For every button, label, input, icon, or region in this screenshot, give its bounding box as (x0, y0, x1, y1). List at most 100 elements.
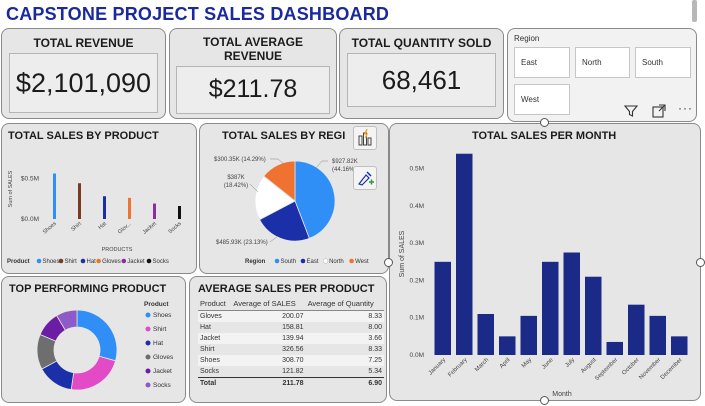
legend-dot (58, 258, 64, 264)
table-cell: 308.70 (282, 357, 304, 364)
bar-jacket (153, 203, 156, 219)
donut-slice-shirt (70, 355, 117, 391)
resize-handle-left[interactable] (384, 258, 393, 267)
y-tick-label: 0.1M (410, 315, 424, 322)
table-row[interactable]: Jacket 139.94 3.66 (198, 333, 384, 344)
table-total-cell: 211.78 (231, 377, 306, 389)
x-tick-label: December (660, 357, 684, 381)
col-avg-qty[interactable]: Average of Quantity (305, 297, 384, 311)
table-row[interactable]: Gloves 200.07 8.33 (198, 310, 384, 322)
legend-dot (300, 258, 306, 264)
table-cell: 158.81 (282, 324, 304, 331)
legend-item: Shirt (153, 326, 167, 333)
legend-item: Gloves (153, 354, 174, 361)
y-tick-label: 0.4M (410, 203, 424, 210)
legend-title: Product (144, 301, 169, 308)
x-tick-label: September (594, 357, 619, 382)
avg-sales-card[interactable]: AVERAGE SALES PER PRODUCT Product Averag… (189, 276, 387, 403)
col-product[interactable]: Product (198, 297, 232, 311)
top-performing-card[interactable]: TOP PERFORMING PRODUCT Product Shoes Shirt… (1, 276, 186, 403)
x-axis-label: Month (552, 391, 572, 398)
legend-item: Shirt (65, 259, 78, 265)
legend-item: Socks (153, 382, 171, 389)
sales-per-month-card[interactable]: TOTAL SALES PER MONTH Sum of SALES 0.0M 0.… (389, 123, 701, 401)
y-tick-label: 0.2M (410, 277, 424, 284)
bar-shoes (53, 173, 56, 219)
sales-per-month-title: TOTAL SALES PER MONTH (472, 130, 617, 142)
resize-handle-top[interactable] (540, 118, 549, 127)
y-tick-label: $0.5M (21, 175, 39, 182)
bar-july (563, 252, 580, 355)
table-total-cell: 6.90 (305, 377, 384, 389)
slicer-option-west[interactable]: West (514, 84, 570, 115)
x-tick-label: November (638, 357, 662, 381)
table-cell: 8.33 (368, 313, 382, 320)
leader-line-east (269, 235, 279, 243)
resize-handle-bottom[interactable] (540, 396, 549, 405)
table-row[interactable]: Socks 121.82 5.34 (198, 366, 384, 378)
sales-by-product-chart: Sum of SALES $0.0M $0.5M Shoes Shirt Hat Glov.… (7, 170, 183, 265)
sales-per-month-chart: Sum of SALES 0.0M 0.1M 0.2M 0.3M 0.4M 0.5M Janu… (399, 153, 688, 398)
visual-insights-icon[interactable] (353, 126, 377, 150)
table-row[interactable]: Shoes 308.70 7.25 (198, 355, 384, 366)
table-cell: 5.34 (368, 368, 382, 375)
legend-title: Region (245, 259, 266, 265)
slicer-option-south[interactable]: South (635, 47, 691, 78)
table-cell: Socks (200, 368, 220, 375)
x-tick-label: March (474, 357, 490, 373)
slicer-option-east[interactable]: East (514, 47, 570, 78)
x-tick-label: July (564, 357, 576, 369)
sales-by-region-chart: $927.82K(44.16%)$300.35K (14.29%)$387K(1… (214, 157, 369, 265)
x-tick-label: Glov... (117, 221, 133, 236)
bar-hat (103, 196, 106, 219)
data-label-west: $300.35K (14.29%) (214, 157, 266, 163)
slicer-option-north[interactable]: North (575, 47, 630, 78)
x-tick-label: January (428, 357, 447, 376)
y-tick-label: $0.0M (21, 216, 39, 223)
quantity-sold-value: 68,461 (381, 65, 462, 95)
bar-november (649, 315, 666, 355)
legend-item: Gloves (102, 259, 121, 265)
focus-mode-icon[interactable] (651, 103, 667, 119)
y-tick-label: 0.5M (410, 166, 424, 173)
page-scrollbar[interactable] (692, 0, 697, 22)
table-cell: Shoes (200, 357, 220, 364)
bar-socks (178, 206, 181, 219)
total-revenue-value: $2,101,090 (15, 68, 152, 98)
legend-item: South (281, 259, 297, 265)
bar-january (434, 261, 451, 355)
filter-icon[interactable] (623, 103, 639, 119)
avg-revenue-value: $211.78 (208, 75, 298, 103)
total-revenue-label: TOTAL REVENUE (33, 36, 134, 50)
table-row[interactable]: Hat 158.81 8.00 (198, 322, 384, 333)
x-tick-label: Shoes (42, 221, 58, 236)
legend-item: West (355, 259, 369, 265)
legend-item: Socks (153, 259, 169, 265)
bar-june (542, 261, 559, 355)
quantity-sold-label: TOTAL QUANTITY SOLD (351, 36, 492, 50)
total-revenue-card[interactable]: TOTAL REVENUE $2,101,090 (1, 28, 166, 119)
legend-dot (145, 340, 151, 346)
legend-dot (121, 258, 127, 264)
table-row[interactable]: Shirt 326.56 8.33 (198, 344, 384, 355)
legend-dot (323, 258, 329, 264)
more-options-icon[interactable]: ··· (678, 101, 693, 115)
data-label-south: $927.82K (332, 159, 358, 165)
table-cell: 139.94 (282, 335, 304, 342)
table-cell: 7.25 (368, 357, 382, 364)
bar-october (628, 304, 645, 355)
avg-revenue-card[interactable]: TOTAL AVERAGE REVENUE $211.78 (169, 28, 337, 119)
resize-handle-right[interactable] (696, 258, 705, 267)
table-cell: Hat (200, 324, 211, 331)
data-label-north: $387K (227, 175, 244, 181)
y-tick-label: 0.3M (410, 240, 424, 247)
table-cell: Gloves (200, 313, 222, 320)
format-brush-icon[interactable] (353, 166, 377, 190)
bar-december (671, 336, 688, 355)
sales-by-product-card[interactable]: TOTAL SALES BY PRODUCT Sum of SALES $0.0M… (1, 123, 197, 274)
col-avg-sales[interactable]: Average of SALES (231, 297, 306, 311)
legend-item: Jacket (153, 368, 172, 375)
quantity-sold-card[interactable]: TOTAL QUANTITY SOLD 68,461 (339, 28, 504, 119)
y-axis-label: Sum of SALES (399, 230, 406, 277)
x-axis-label: PRODUCTS (102, 247, 133, 253)
